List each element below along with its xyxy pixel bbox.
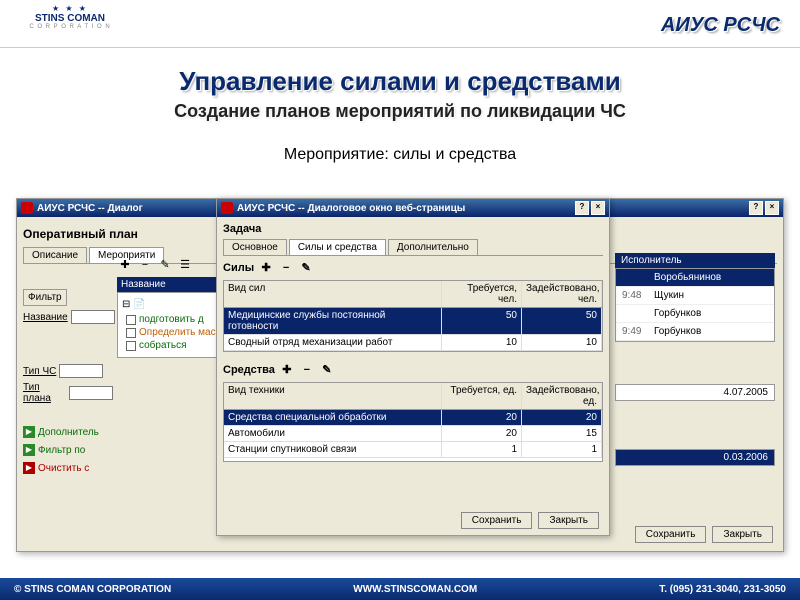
close-button[interactable]: Закрыть bbox=[538, 512, 599, 529]
logo-text: STINS COMAN bbox=[20, 13, 120, 24]
tab-main[interactable]: Основное bbox=[223, 239, 287, 255]
tab-description[interactable]: Описание bbox=[23, 247, 87, 263]
help-button[interactable]: ? bbox=[749, 201, 763, 215]
window-title: АИУС РСЧС -- Диалог bbox=[37, 203, 143, 214]
close-button[interactable]: × bbox=[765, 201, 779, 215]
button-row: Сохранить Закрыть bbox=[635, 526, 773, 543]
tree-header: Название bbox=[117, 277, 227, 292]
table-row[interactable]: Сводный отряд механизации работ 10 10 bbox=[224, 335, 602, 351]
forces-label: Силы ✚ − ✎ bbox=[223, 260, 603, 276]
add-icon[interactable]: ✚ bbox=[279, 362, 295, 378]
tab-additional[interactable]: Дополнительно bbox=[388, 239, 478, 255]
remove-icon[interactable]: − bbox=[278, 260, 294, 276]
table-row[interactable]: Станции спутниковой связи 1 1 bbox=[224, 442, 602, 458]
help-button[interactable]: ? bbox=[575, 201, 589, 215]
page-title: Управление силами и средствами bbox=[0, 66, 800, 97]
tabs: Основное Силы и средства Дополнительно bbox=[223, 239, 603, 256]
app-icon bbox=[221, 202, 233, 214]
page-subtitle: Создание планов мероприятий по ликвидаци… bbox=[0, 101, 800, 122]
logo-stars: ★ ★ ★ bbox=[20, 4, 120, 13]
save-button[interactable]: Сохранить bbox=[635, 526, 707, 543]
list-item[interactable]: 9:48Щукин bbox=[616, 287, 774, 305]
grid-header: Вид сил Требуется, чел. Задействовано, ч… bbox=[224, 281, 602, 308]
plan-input[interactable] bbox=[69, 386, 113, 400]
executor-list: Воробьянинов 9:48Щукин Горбунков 9:49Гор… bbox=[615, 268, 775, 342]
right-column: Исполнитель Воробьянинов 9:48Щукин Горбу… bbox=[615, 253, 775, 466]
save-button[interactable]: Сохранить bbox=[461, 512, 533, 529]
close-button[interactable]: Закрыть bbox=[712, 526, 773, 543]
footer: © STINS COMAN CORPORATION WWW.STINSCOMAN… bbox=[0, 578, 800, 600]
dialog-window-task: АИУС РСЧС -- Диалоговое окно веб-страниц… bbox=[216, 198, 610, 536]
edit-icon[interactable]: ✎ bbox=[157, 257, 173, 273]
plan-label: Тип плана bbox=[23, 382, 66, 404]
date-cell: 4.07.2005 bbox=[615, 384, 775, 401]
logo: ★ ★ ★ STINS COMAN C O R P O R A T I O N bbox=[20, 4, 120, 44]
tree-toolbar: ✚ − ✎ ☰ bbox=[117, 257, 227, 273]
list-item[interactable]: Горбунков bbox=[616, 305, 774, 323]
name-input[interactable] bbox=[71, 310, 115, 324]
window-title: АИУС РСЧС -- Диалоговое окно веб-страниц… bbox=[237, 203, 465, 214]
filter-label: Фильтр bbox=[23, 289, 67, 306]
app-icon bbox=[21, 202, 33, 214]
link-clear[interactable]: ▶Очистить с bbox=[23, 462, 113, 474]
arrow-icon: ▶ bbox=[23, 462, 35, 474]
list-item[interactable]: Воробьянинов bbox=[616, 269, 774, 287]
footer-phone: Т. (095) 231-3040, 231-3050 bbox=[659, 584, 786, 595]
button-row: Сохранить Закрыть bbox=[461, 512, 599, 529]
type-label: Тип ЧС bbox=[23, 366, 56, 377]
means-grid: Вид техники Требуется, ед. Задействовано… bbox=[223, 382, 603, 462]
tree-item[interactable]: подготовить д bbox=[120, 314, 224, 325]
logo-corp: C O R P O R A T I O N bbox=[20, 24, 120, 30]
footer-url: WWW.STINSCOMAN.COM bbox=[353, 584, 477, 595]
means-label: Средства ✚ − ✎ bbox=[223, 362, 603, 378]
name-label: Название bbox=[23, 312, 68, 323]
remove-icon[interactable]: − bbox=[137, 257, 153, 273]
arrow-icon: ▶ bbox=[23, 444, 35, 456]
tree-body: ⊟ 📄 подготовить д Определить масс собрат… bbox=[117, 292, 227, 358]
tree-item[interactable]: собраться bbox=[120, 340, 224, 351]
view-icon[interactable]: ☰ bbox=[177, 257, 193, 273]
add-icon[interactable]: ✚ bbox=[117, 257, 133, 273]
header: ★ ★ ★ STINS COMAN C O R P O R A T I O N … bbox=[0, 0, 800, 48]
tab-forces[interactable]: Силы и средства bbox=[289, 239, 386, 255]
right-header: Исполнитель bbox=[615, 253, 775, 268]
add-icon[interactable]: ✚ bbox=[258, 260, 274, 276]
footer-copyright: © STINS COMAN CORPORATION bbox=[14, 584, 171, 595]
table-row[interactable]: Медицинские службы постоянной готовности… bbox=[224, 308, 602, 335]
date-cell: 0.03.2006 bbox=[615, 449, 775, 466]
table-row[interactable]: Средства специальной обработки 20 20 bbox=[224, 410, 602, 426]
task-label: Задача bbox=[223, 223, 603, 235]
remove-icon[interactable]: − bbox=[299, 362, 315, 378]
section-title: Мероприятие: силы и средства bbox=[0, 146, 800, 164]
link-additional[interactable]: ▶Дополнитель bbox=[23, 426, 113, 438]
table-row[interactable]: Автомобили 20 15 bbox=[224, 426, 602, 442]
grid-header: Вид техники Требуется, ед. Задействовано… bbox=[224, 383, 602, 410]
edit-icon[interactable]: ✎ bbox=[319, 362, 335, 378]
filter-panel: Фильтр Название Тип ЧС Тип плана ▶Дополн… bbox=[23, 289, 113, 474]
tree: ✚ − ✎ ☰ Название ⊟ 📄 подготовить д Опред… bbox=[117, 253, 227, 358]
type-input[interactable] bbox=[59, 364, 103, 378]
list-item[interactable]: 9:49Горбунков bbox=[616, 323, 774, 341]
edit-icon[interactable]: ✎ bbox=[298, 260, 314, 276]
arrow-icon: ▶ bbox=[23, 426, 35, 438]
tree-item[interactable]: Определить масс bbox=[120, 327, 224, 338]
close-button[interactable]: × bbox=[591, 201, 605, 215]
forces-grid: Вид сил Требуется, чел. Задействовано, ч… bbox=[223, 280, 603, 352]
link-filter[interactable]: ▶Фильтр по bbox=[23, 444, 113, 456]
system-title: АИУС РСЧС bbox=[661, 14, 780, 37]
titlebar[interactable]: АИУС РСЧС -- Диалоговое окно веб-страниц… bbox=[217, 199, 609, 217]
